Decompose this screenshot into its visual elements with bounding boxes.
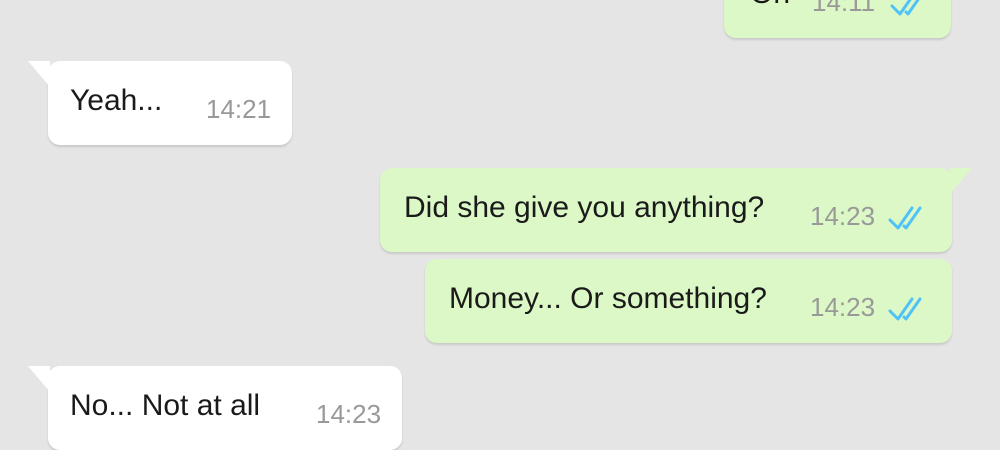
message-bubble-outgoing[interactable]: Money... Or something? 14:23 [425,259,952,343]
message-timestamp: 14:23 [810,292,876,322]
double-check-icon [890,0,920,16]
bubble-tail [950,168,972,194]
message-text: No... Not at all [70,389,261,422]
message-text: Oh [750,0,790,12]
message-text: Did she give you anything? [404,191,765,224]
bubble-tail [28,61,50,87]
message-bubble-outgoing[interactable]: Did she give you anything? 14:23 [380,168,972,252]
double-check-icon [888,206,922,230]
message-text: Money... Or something? [449,282,767,315]
bubble-tail [28,366,50,392]
message-timestamp: 14:23 [810,201,876,231]
message-bubble-incoming[interactable]: Yeah... 14:21 [28,61,292,145]
message-timestamp: 14:21 [206,94,272,124]
double-check-icon [888,297,922,321]
message-bubble-outgoing[interactable]: Oh 14:11 [724,0,951,38]
message-timestamp: 14:23 [316,399,382,429]
message-text: Yeah... [70,84,163,117]
message-bubble-incoming[interactable]: No... Not at all 14:23 [28,366,402,450]
message-timestamp: 14:11 [812,0,876,17]
